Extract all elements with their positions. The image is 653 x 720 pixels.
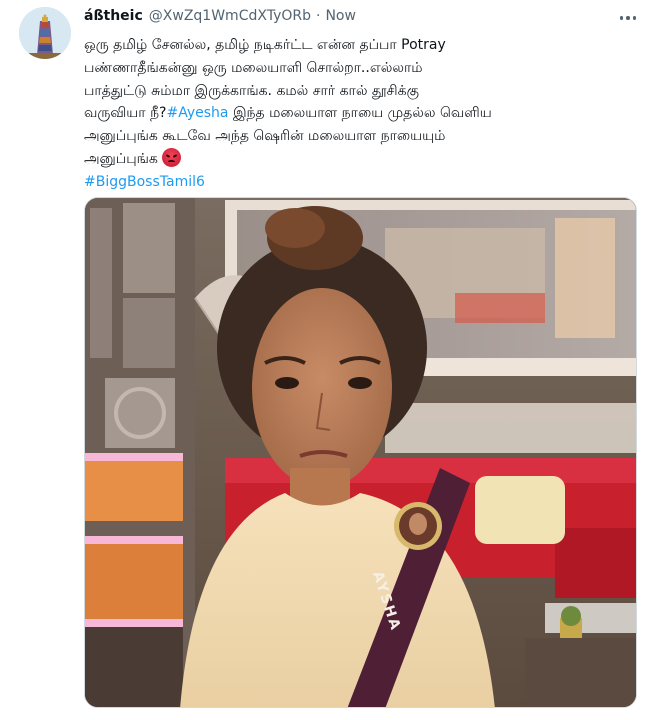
hashtag-biggboss-link[interactable]: #BiggBossTamil6 xyxy=(84,171,636,194)
tweet-text-fragment: வருவியா நீ? xyxy=(84,105,167,122)
avatar[interactable] xyxy=(19,7,71,59)
more-options-icon[interactable] xyxy=(616,10,640,26)
tweet-header: áßtheic @XwZq1WmCdXTyORb · Now xyxy=(84,8,356,28)
tweet-line: அனுப்புங்க கூடவே அந்த ஷெரின் மலையாள நாயை… xyxy=(84,128,446,145)
photo-image: AYSHA xyxy=(85,198,636,707)
tweet-line: பண்ணாதீங்கன்னு ஒரு மலையாளி சொல்றா..எல்லா… xyxy=(84,59,423,76)
tweet[interactable]: áßtheic @XwZq1WmCdXTyORb · Now ஒரு தமிழ்… xyxy=(0,0,653,720)
tweet-line: ஒரு தமிழ் சேனல்ல, தமிழ் நடிகர்ட்ட என்ன த… xyxy=(84,37,446,53)
timestamp[interactable]: Now xyxy=(325,8,356,24)
angry-face-emoji-icon xyxy=(161,147,181,167)
tweet-text-fragment: இந்த மலையாள நாயை முதல்ல வெளிய xyxy=(232,105,492,122)
tweet-media-photo[interactable]: AYSHA xyxy=(84,197,637,708)
tweet-line: பாத்துட்டு சும்மா இருக்காங்க. கமல் சார் … xyxy=(84,82,419,99)
display-name[interactable]: áßtheic xyxy=(84,8,143,24)
temple-avatar-image xyxy=(19,7,71,59)
separator-dot: · xyxy=(315,8,321,24)
tweet-text: ஒரு தமிழ் சேனல்ல, தமிழ் நடிகர்ட்ட என்ன த… xyxy=(84,34,636,194)
tweet-text-fragment: அனுப்புங்க xyxy=(84,150,158,167)
tweet-line-with-emoji: அனுப்புங்க xyxy=(84,147,636,171)
hashtag-ayesha-link[interactable]: #Ayesha xyxy=(166,105,228,121)
user-handle[interactable]: @XwZq1WmCdXTyORb xyxy=(149,8,311,24)
tweet-line-with-hashtag: வருவியா நீ?#Ayesha இந்த மலையாள நாயை முதல… xyxy=(84,102,636,125)
